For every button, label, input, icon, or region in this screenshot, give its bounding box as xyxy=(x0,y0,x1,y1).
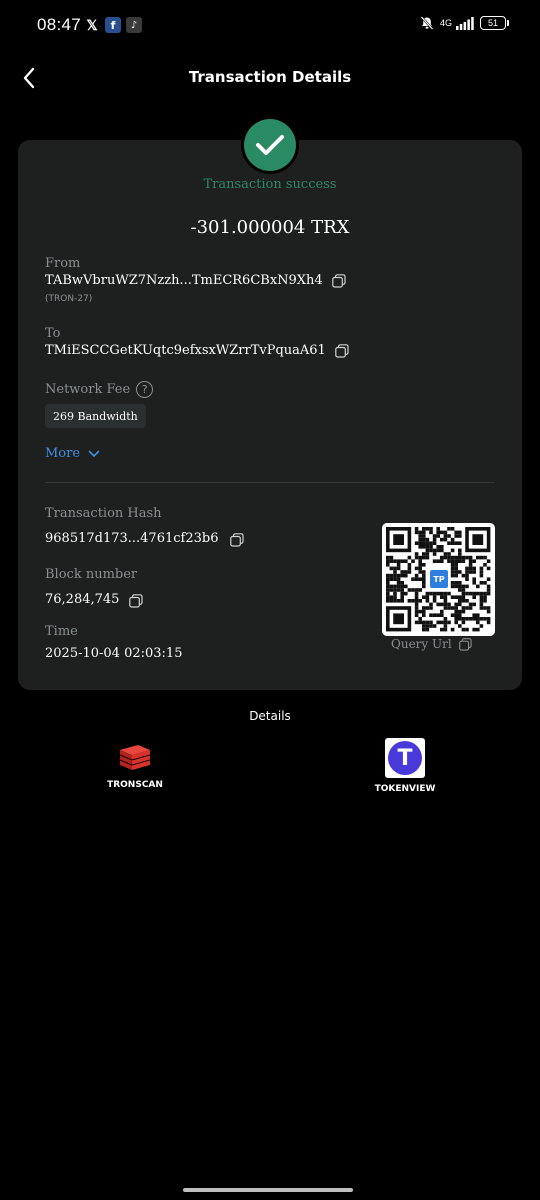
signal-icon xyxy=(456,16,474,30)
network-fee-label: Network Fee xyxy=(45,382,131,397)
checkmark-icon xyxy=(256,135,284,155)
success-badge xyxy=(244,119,296,171)
header: Transaction Details xyxy=(0,58,540,98)
query-url-label: Query Url xyxy=(391,637,452,651)
from-label: From xyxy=(45,256,81,271)
to-address-row: TMiESCCGetKUqtc9efxsxWZrrTvPquaA61 xyxy=(45,343,349,358)
copy-icon xyxy=(335,343,349,358)
copy-icon xyxy=(129,594,144,608)
notification-icons: 𝕏 f ♪ xyxy=(84,17,142,33)
copy-query-url[interactable] xyxy=(458,637,472,651)
network-fee-row: Network Fee ? xyxy=(45,381,154,398)
home-indicator[interactable] xyxy=(183,1188,353,1192)
time-value: 2025-10-04 02:03:15 xyxy=(45,646,183,661)
details-title: Details xyxy=(249,709,291,723)
copy-block-button[interactable] xyxy=(129,594,144,608)
chevron-down-icon xyxy=(88,450,100,457)
network-fee-value: 269 Bandwidth xyxy=(45,404,146,428)
page-title: Transaction Details xyxy=(188,68,352,86)
copy-to-button[interactable] xyxy=(335,343,349,358)
status-bar: 08:47 𝕏 f ♪ 4G 51 xyxy=(0,0,540,50)
copy-from-button[interactable] xyxy=(331,273,346,288)
hash-label: Transaction Hash xyxy=(45,506,162,521)
block-value: 76,284,745 xyxy=(45,591,120,607)
tokenview-link[interactable]: T TOKENVIEW xyxy=(345,738,465,794)
tokenview-label: TOKENVIEW xyxy=(374,784,436,794)
divider xyxy=(45,482,495,483)
from-network-note: (TRON-27) xyxy=(45,294,93,304)
copy-icon xyxy=(230,533,245,547)
tronscan-icon xyxy=(119,745,151,770)
help-icon[interactable]: ? xyxy=(136,381,154,398)
block-row: 76,284,745 xyxy=(45,590,144,608)
facebook-icon: f xyxy=(105,17,121,33)
tiktok-icon: ♪ xyxy=(126,17,142,33)
copy-icon xyxy=(331,273,346,288)
to-label: To xyxy=(45,326,61,341)
hash-value: 968517d173...4761cf23b6 xyxy=(45,530,219,546)
tokenview-glyph: T xyxy=(388,741,422,775)
battery-icon: 51 xyxy=(480,16,509,30)
status-time: 08:47 xyxy=(37,15,82,34)
tokenpocket-logo: TP xyxy=(428,568,450,590)
mute-icon xyxy=(420,16,434,30)
query-url-button[interactable]: Query Url xyxy=(391,637,472,651)
network-type: 4G xyxy=(439,18,452,28)
time-label: Time xyxy=(45,624,78,639)
system-icons: 4G 51 xyxy=(420,16,509,30)
transaction-status: Transaction success xyxy=(203,177,337,192)
copy-icon xyxy=(458,637,472,651)
tronscan-link[interactable]: TRONSCAN xyxy=(75,738,195,790)
transaction-amount: -301.000004 TRX xyxy=(190,217,350,238)
more-label: More xyxy=(45,446,81,461)
more-button[interactable]: More xyxy=(45,446,100,461)
copy-hash-button[interactable] xyxy=(230,533,245,547)
from-address: TABwVbruWZ7Nzzh...TmECR6CBxN9Xh4 xyxy=(45,273,323,288)
block-label: Block number xyxy=(45,567,138,582)
to-address: TMiESCCGetKUqtc9efxsxWZrrTvPquaA61 xyxy=(45,343,326,358)
from-address-row: TABwVbruWZ7Nzzh...TmECR6CBxN9Xh4 xyxy=(45,273,346,288)
tronscan-label: TRONSCAN xyxy=(107,780,163,790)
tokenview-icon: T xyxy=(385,738,425,778)
hash-row: 968517d173...4761cf23b6 xyxy=(45,529,245,547)
x-icon: 𝕏 xyxy=(86,16,98,33)
